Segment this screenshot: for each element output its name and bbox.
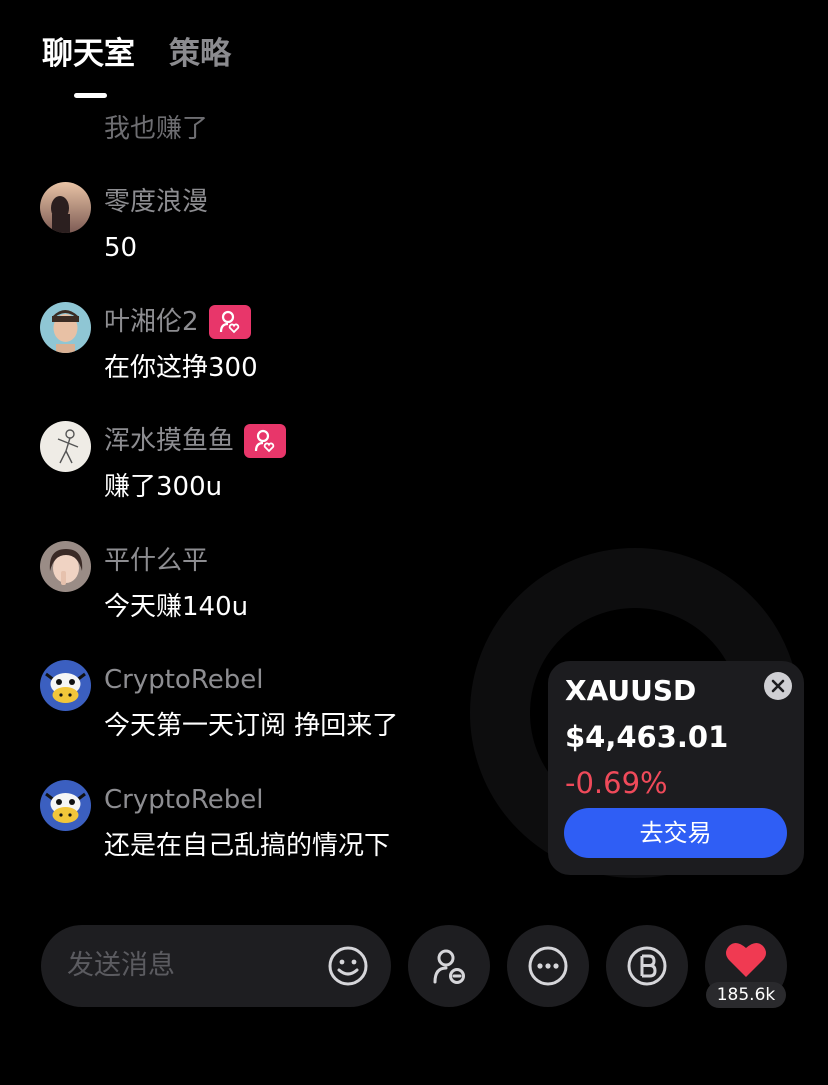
partial-message-text: 我也赚了 xyxy=(104,114,209,144)
b-coin-icon[interactable] xyxy=(606,925,688,1007)
message-input[interactable]: 发送消息 xyxy=(41,925,391,1007)
close-icon[interactable] xyxy=(764,672,792,700)
message-text: 今天赚140u xyxy=(104,592,249,622)
tab-strategy[interactable]: 策略 xyxy=(169,34,231,74)
message-text: 50 xyxy=(104,233,138,263)
message-header: 叶湘伦2 xyxy=(104,302,251,342)
trade-button[interactable]: 去交易 xyxy=(564,808,787,858)
cow-cartoon-avatar[interactable] xyxy=(40,780,91,831)
follow-badge-icon xyxy=(208,305,251,339)
username[interactable]: CryptoRebel xyxy=(104,780,263,820)
tab-bar: 聊天室 策略 xyxy=(42,34,231,74)
tab-chat-room[interactable]: 聊天室 xyxy=(42,34,135,74)
message-text: 在你这挣300 xyxy=(104,353,258,383)
ticker-card[interactable]: XAUUSD $4,463.01 -0.69% 去交易 xyxy=(548,661,804,875)
username[interactable]: CryptoRebel xyxy=(104,660,263,700)
sketch-avatar[interactable] xyxy=(40,421,91,472)
message-header: 浑水摸鱼鱼 xyxy=(104,421,287,461)
message-header: 平什么平 xyxy=(104,541,208,581)
username[interactable]: 零度浪漫 xyxy=(104,182,208,222)
message-header: CryptoRebel xyxy=(104,780,263,820)
girl-portrait-avatar[interactable] xyxy=(40,541,91,592)
message-header: CryptoRebel xyxy=(104,660,263,700)
chat-room-page: 聊天室 策略 我也赚了 零度浪漫 50 叶湘伦2 在你这挣300 浑水摸鱼鱼 赚… xyxy=(0,0,828,1085)
message-header: 零度浪漫 xyxy=(104,182,208,222)
ticker-price: $4,463.01 xyxy=(565,720,729,754)
like-count: 185.6k xyxy=(706,982,786,1008)
username[interactable]: 叶湘伦2 xyxy=(104,302,199,342)
message-text: 赚了300u xyxy=(104,472,223,502)
follow-user-icon[interactable] xyxy=(408,925,490,1007)
more-icon[interactable] xyxy=(507,925,589,1007)
cow-cartoon-avatar[interactable] xyxy=(40,660,91,711)
silhouette-avatar[interactable] xyxy=(40,182,91,233)
man-portrait-avatar[interactable] xyxy=(40,302,91,353)
emoji-icon[interactable] xyxy=(327,945,369,987)
ticker-change: -0.69% xyxy=(565,766,668,800)
message-text: 今天第一天订阅 挣回来了 xyxy=(104,711,399,741)
message-text: 还是在自己乱搞的情况下 xyxy=(104,831,391,861)
message-input-placeholder: 发送消息 xyxy=(67,950,175,981)
follow-badge-icon xyxy=(244,424,287,458)
username[interactable]: 浑水摸鱼鱼 xyxy=(104,421,234,461)
username[interactable]: 平什么平 xyxy=(104,541,208,581)
active-tab-indicator xyxy=(74,93,107,98)
ticker-symbol: XAUUSD xyxy=(565,674,697,707)
